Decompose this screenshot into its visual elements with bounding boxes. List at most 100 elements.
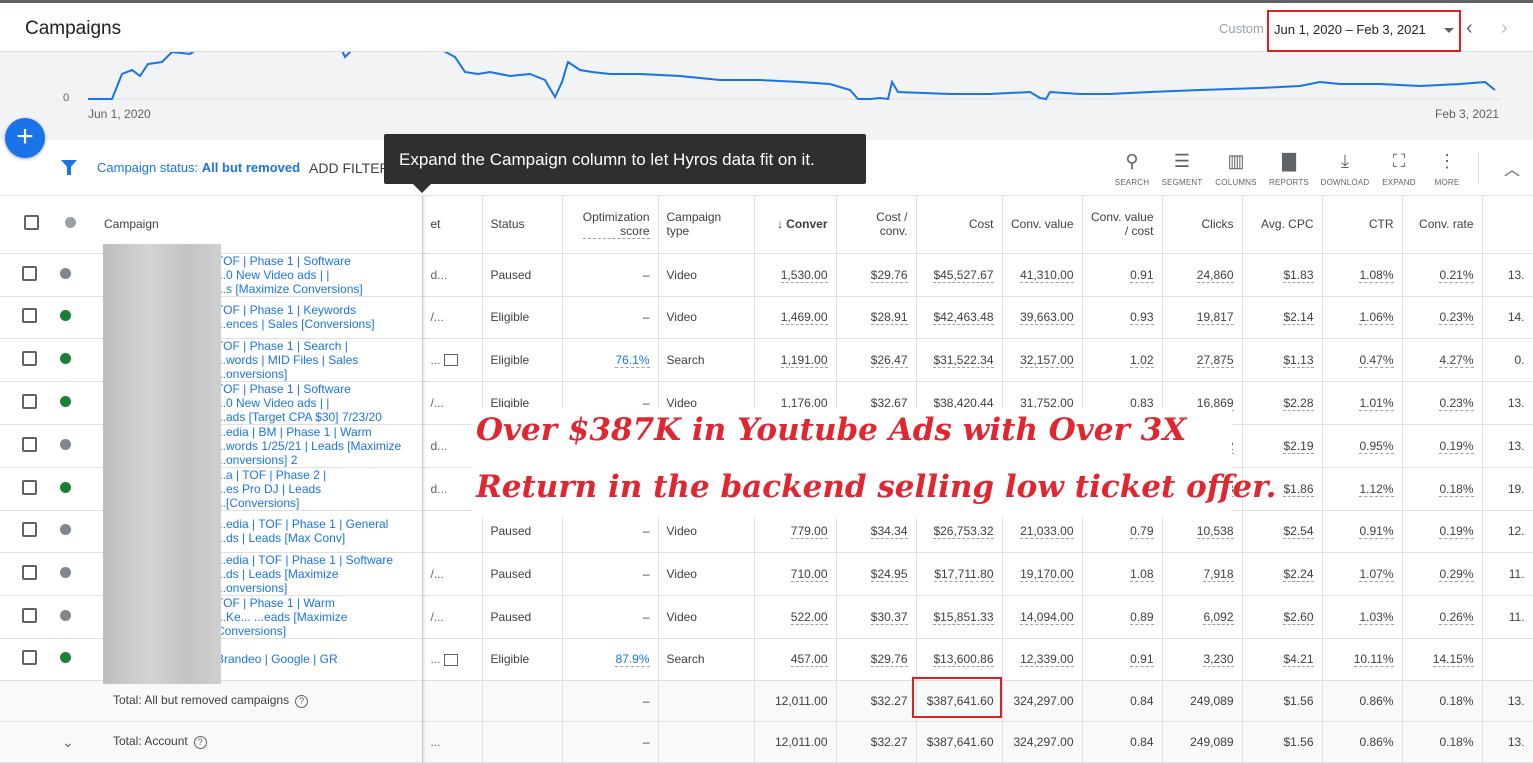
row-checkbox[interactable]	[22, 350, 37, 366]
select-all-checkbox[interactable]	[23, 215, 39, 231]
table-row[interactable]: TOF | Phase 1 | Keywords ...ences | Sales…	[0, 296, 1533, 339]
date-range-picker[interactable]: Jun 1, 2020 – Feb 3, 2021	[1267, 10, 1461, 52]
add-filter-button[interactable]: ADD FILTER	[309, 160, 390, 176]
reports-tool-label: REPORTS	[1269, 178, 1309, 187]
row-checkbox[interactable]	[22, 479, 37, 495]
header-budget[interactable]: et	[422, 196, 483, 254]
optimization-score-cell[interactable]: 76.1%	[562, 338, 659, 382]
header-conv-value-per-cost[interactable]: Conv. value / cost	[1082, 196, 1163, 254]
header-status[interactable]: Status	[482, 196, 563, 254]
row-checkbox[interactable]	[22, 436, 37, 452]
campaign-status-filter[interactable]: Campaign status: All but removed	[97, 160, 300, 175]
cost-per-conv-cell-value: $26.47	[870, 352, 908, 368]
conv-value-per-cost-cell-value: 0.91	[1130, 267, 1154, 283]
header-conv-rate[interactable]: Conv. rate	[1402, 196, 1483, 254]
table-row[interactable]: ...edia | TOF | Phase 1 | Software ...ds …	[0, 552, 1533, 596]
reports-tool[interactable]: ▇ REPORTS	[1263, 150, 1315, 187]
row-checkbox[interactable]	[22, 650, 37, 665]
header-optimization-score[interactable]: Optimization score	[562, 196, 659, 254]
paused-status-icon	[60, 609, 71, 621]
ctr-cell: 0.91%	[1322, 510, 1403, 553]
clicks-cell-value: 27,875	[1196, 352, 1234, 368]
row-select-cell[interactable]	[0, 510, 48, 553]
table-row[interactable]: TOF | Phase 1 | Software ...0 New Video a…	[0, 253, 1533, 297]
table-row[interactable]: TOF | Phase 1 | Warm ...Ke... ...eads [Ma…	[0, 595, 1533, 639]
expand-tool[interactable]: ⛶ EXPAND	[1373, 150, 1425, 187]
clicks-cell: 24,860	[1162, 253, 1243, 297]
chevron-down-icon[interactable]: ⌄	[62, 734, 74, 751]
more-vert-icon: ⋮	[1438, 151, 1456, 171]
segment-tool[interactable]: ☰ SEGMENT	[1156, 150, 1208, 187]
total-label-cell: ⌄ Total: Account?	[0, 721, 423, 763]
clicks-cell-value: 19,817	[1196, 310, 1234, 325]
more-tool[interactable]: ⋮ MORE	[1421, 150, 1473, 187]
page-title: Campaigns	[25, 18, 122, 39]
overflow-cell: 0.	[1482, 338, 1533, 382]
table-row[interactable]: Brandeo | Google | GR... Eligible 87.9% Se…	[0, 638, 1533, 681]
campaign-name-line: Brandeo | Google | GR	[216, 652, 338, 666]
row-checkbox[interactable]	[22, 564, 37, 580]
more-tool-label: MORE	[1434, 178, 1460, 187]
annotation-line-2: Return in the backend selling low ticket…	[476, 469, 1277, 505]
campaign-name-line: ...edia | TOF | Phase 1 | Software	[216, 552, 393, 567]
row-select-cell[interactable]	[0, 424, 48, 468]
cost-cell-value: $17,711.80	[934, 566, 994, 582]
budget-value: ...	[430, 652, 441, 666]
budget-value: ...	[430, 352, 441, 367]
search-tool[interactable]: ⚲ SEARCH	[1106, 150, 1158, 187]
optimization-score-value: –	[642, 609, 650, 624]
chevron-up-icon[interactable]: ︿	[1504, 156, 1520, 180]
campaign-type-cell: Search	[658, 638, 755, 681]
cost-per-conv-cell: $24.95	[836, 552, 917, 596]
header-ctr[interactable]: CTR	[1322, 196, 1403, 254]
row-select-cell[interactable]	[0, 253, 48, 297]
row-select-cell[interactable]	[0, 595, 48, 639]
help-icon[interactable]: ?	[193, 736, 207, 749]
header-cost-per-conv[interactable]: Cost / conv.	[836, 196, 917, 254]
total-clicks-cell: 249,089	[1162, 680, 1243, 722]
conv-value-cell-value: 32,157.00	[1020, 352, 1074, 368]
ctr-cell-value: 1.01%	[1359, 395, 1394, 411]
row-checkbox[interactable]	[22, 522, 37, 537]
chart-icon[interactable]	[443, 653, 458, 666]
header-clicks[interactable]: Clicks	[1162, 196, 1243, 254]
chart-icon[interactable]	[443, 354, 458, 367]
header-conversions[interactable]: ↓ Conver	[754, 196, 837, 254]
row-select-cell[interactable]	[0, 338, 48, 382]
optimization-score-cell[interactable]: 87.9%	[562, 638, 659, 681]
budget-cell: /...	[422, 552, 483, 596]
select-all-cell[interactable]	[0, 196, 48, 254]
total-status-cell	[482, 721, 563, 763]
chevron-right-icon[interactable]: ›	[1501, 18, 1508, 38]
row-select-cell[interactable]	[0, 552, 48, 596]
row-select-cell[interactable]	[0, 467, 48, 511]
conv-value-cell: 19,170.00	[1002, 552, 1083, 596]
ctr-cell: 0.95%	[1322, 424, 1403, 468]
row-select-cell[interactable]	[0, 638, 48, 681]
conv-rate-cell-value: 0.19%	[1439, 524, 1474, 539]
conv-value-per-cost-cell: 0.91	[1082, 638, 1163, 681]
enabled-status-icon	[60, 395, 71, 407]
columns-tool[interactable]: ▥ COLUMNS	[1210, 150, 1262, 187]
row-checkbox[interactable]	[22, 393, 37, 409]
row-checkbox[interactable]	[22, 308, 37, 323]
header-cost[interactable]: Cost	[916, 196, 1003, 254]
conv-rate-cell-value: 4.27%	[1439, 352, 1474, 368]
download-tool[interactable]: ⤓ DOWNLOAD	[1319, 150, 1371, 187]
row-checkbox[interactable]	[22, 265, 37, 281]
header-conv-value[interactable]: Conv. value	[1002, 196, 1083, 254]
header-campaign-type[interactable]: Campaign type	[658, 196, 755, 254]
row-checkbox[interactable]	[22, 607, 37, 623]
overflow-cell: 11.	[1482, 595, 1533, 639]
add-campaign-button[interactable]: +	[5, 118, 45, 158]
total-cpc_conv-cell: $32.27	[836, 721, 917, 763]
overflow-cell-value: 11.	[1508, 609, 1525, 624]
conv-value-cell: 32,157.00	[1002, 338, 1083, 382]
row-select-cell[interactable]	[0, 296, 48, 339]
row-select-cell[interactable]	[0, 381, 48, 425]
total-budget-cell	[422, 680, 483, 722]
table-row[interactable]: TOF | Phase 1 | Search | ...words | MID F…	[0, 338, 1533, 382]
header-avg-cpc[interactable]: Avg. CPC	[1242, 196, 1323, 254]
chevron-left-icon[interactable]: ‹	[1466, 18, 1473, 38]
help-icon[interactable]: ?	[295, 695, 309, 708]
